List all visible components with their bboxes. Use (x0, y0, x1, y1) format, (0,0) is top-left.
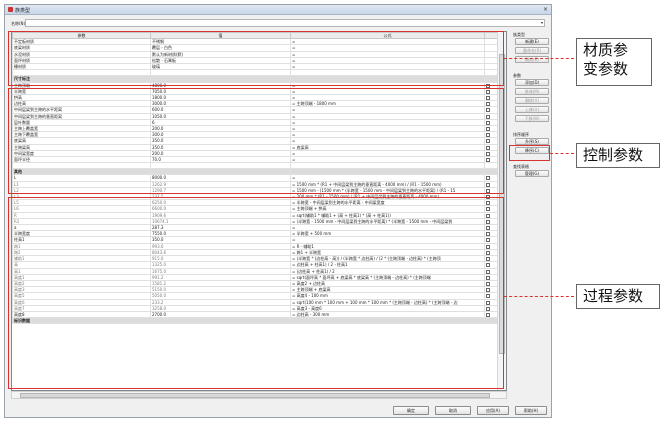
control-params-callout: 控制参数 (576, 143, 660, 168)
material-params-callout: 材质参 变参数 (576, 38, 652, 86)
name-combobox[interactable]: ▾ (25, 19, 545, 27)
move-up-button[interactable]: 上移(U) (515, 106, 549, 113)
horizontal-scroll-thumb[interactable] (20, 393, 490, 398)
process-params-callout: 过程参数 (576, 284, 660, 309)
move-down-button[interactable]: 下移(W) (515, 115, 549, 122)
rename-type-button[interactable]: 重命名(R) (515, 47, 549, 54)
process-params-highlight (8, 197, 504, 389)
app-icon (8, 7, 13, 12)
apply-button[interactable]: 应用(A) (477, 406, 509, 415)
modify-parameter-button[interactable]: 修改(M) (515, 88, 549, 95)
close-icon[interactable]: × (543, 6, 548, 13)
control-leader-line (550, 153, 574, 154)
sort-buttons-highlight (509, 145, 550, 161)
control-params-highlight (8, 88, 504, 194)
manage-lookup-button[interactable]: 管理(G) (515, 170, 549, 177)
material-params-highlight (8, 31, 504, 86)
sort-ascending-button[interactable]: 升序(S) (515, 138, 549, 145)
add-parameter-button[interactable]: 添加(D) (515, 79, 549, 86)
horizontal-scrollbar[interactable] (11, 391, 507, 399)
chevron-down-icon[interactable]: ▾ (541, 20, 543, 26)
help-button[interactable]: 帮助(H) (515, 406, 547, 415)
process-leader-line (504, 296, 574, 297)
ok-button[interactable]: 确定 (393, 406, 429, 415)
cancel-button[interactable]: 取消 (435, 406, 471, 415)
remove-parameter-button[interactable]: 删除(V) (515, 97, 549, 104)
material-leader-line (504, 58, 574, 59)
name-row: 名称(N): ▾ (11, 19, 547, 28)
new-type-button[interactable]: 新建(E) (515, 38, 549, 45)
title-bar[interactable]: 族类型 × (5, 5, 551, 15)
dialog-title: 族类型 (15, 8, 31, 14)
